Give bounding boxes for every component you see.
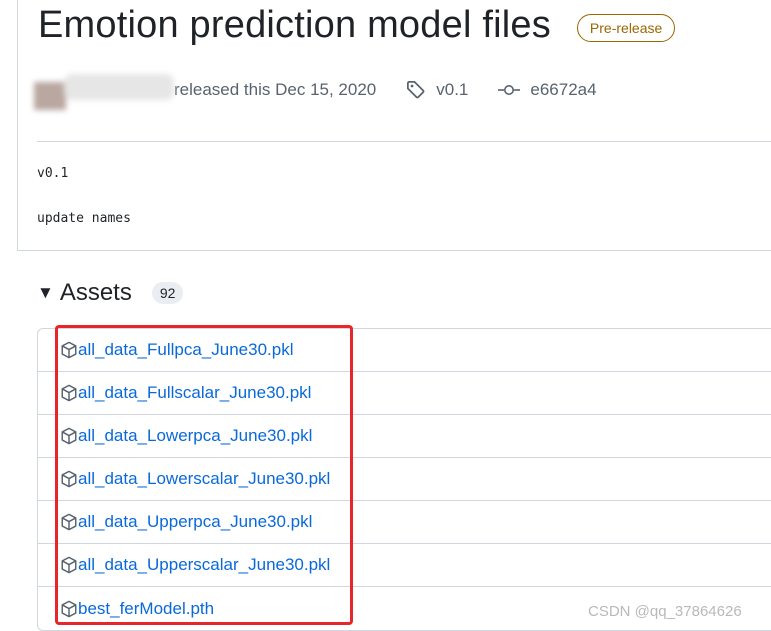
assets-title: Assets xyxy=(59,279,132,306)
divider xyxy=(37,141,771,142)
assets-count-badge: 92 xyxy=(151,282,184,304)
triangle-down-icon: ▼ xyxy=(37,283,54,302)
tag-icon xyxy=(407,81,425,99)
git-commit-icon xyxy=(498,85,521,95)
release-notes-line: update names xyxy=(37,211,131,226)
tag-link[interactable]: v0.1 xyxy=(436,80,468,100)
assets-toggle[interactable]: ▼ Assets 92 xyxy=(37,279,184,307)
divider xyxy=(17,250,771,251)
release-notes-line: v0.1 xyxy=(37,166,69,181)
highlight-annotation-box xyxy=(55,325,353,625)
prerelease-badge: Pre-release xyxy=(576,13,676,42)
release-left-border xyxy=(17,0,18,250)
released-date-text: released this Dec 15, 2020 xyxy=(174,80,377,99)
release-meta: released this Dec 15, 2020 v0.1 e6672a4 xyxy=(34,74,597,110)
watermark-text: CSDN @qq_37864626 xyxy=(588,603,742,620)
author-avatar-blurred[interactable] xyxy=(34,74,174,110)
commit-link[interactable]: e6672a4 xyxy=(530,80,596,100)
release-title[interactable]: Emotion prediction model files xyxy=(38,4,551,47)
release-header: Emotion prediction model files Pre-relea… xyxy=(38,4,676,47)
